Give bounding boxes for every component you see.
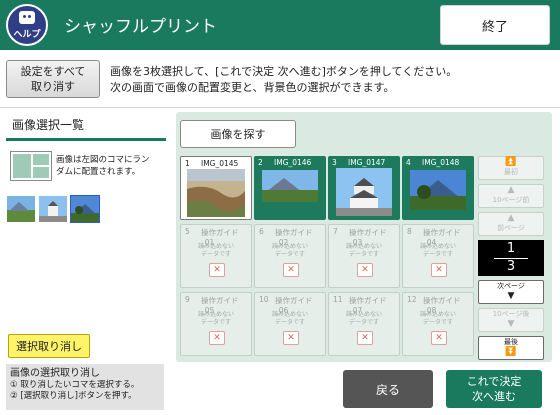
cell-number: 6: [259, 227, 264, 236]
next-page-label: 次ページ: [497, 282, 525, 290]
selected-thumbnail-3: [70, 195, 100, 223]
title-bar: ヘルプ シャッフルプリント 終了: [0, 0, 560, 50]
error-x-icon: ✕: [357, 263, 373, 277]
current-page: 1: [506, 241, 516, 256]
cell-number: 10: [259, 295, 269, 304]
error-x-icon: ✕: [209, 263, 225, 277]
photo-thumbnail: [187, 169, 245, 217]
cell-filename: IMG_0145: [201, 159, 239, 168]
image-cell-5[interactable]: 5 操作ガイド_01 読み込めない データです ✕: [180, 224, 252, 288]
unreadable-data-text: 読み込めない データです: [197, 243, 234, 258]
back-button[interactable]: 戻る: [343, 370, 433, 408]
error-x-icon: ✕: [283, 331, 299, 345]
search-images-button[interactable]: 画像を探す: [180, 120, 296, 148]
photo-thumbnail: [410, 170, 466, 210]
page-indicator: 1 3: [478, 240, 544, 276]
help-step-2: ② [選択取り消し]ボタンを押す。: [10, 391, 137, 401]
cell-filename: IMG_0147: [348, 158, 386, 167]
title-underline: [6, 138, 166, 141]
image-cell-7[interactable]: 7 操作ガイド_03 読み込めない データです ✕: [328, 224, 400, 288]
first-page-icon: ⏫: [505, 157, 517, 167]
app-title: シャッフルプリント: [64, 17, 217, 37]
last-page-icon: ⏬: [505, 347, 517, 357]
up-icon: ▲: [507, 213, 515, 223]
error-x-icon: ✕: [431, 263, 447, 277]
image-cell-3[interactable]: 3 IMG_0147: [328, 156, 400, 220]
image-cell-12[interactable]: 12 操作ガイド_08 読み込めない データです ✕: [402, 292, 474, 356]
image-selection-list-title: 画像選択一覧: [12, 118, 85, 132]
cell-number: 2: [258, 158, 263, 167]
cell-number: 4: [406, 158, 411, 167]
unreadable-data-text: 読み込めない データです: [271, 311, 308, 326]
cell-filename: IMG_0148: [422, 158, 460, 167]
next-page-button[interactable]: 次ページ ▼: [478, 280, 544, 304]
forward-10-pages-label: 10ページ後: [492, 310, 530, 318]
total-pages: 3: [506, 259, 516, 274]
layout-diagram-icon: [10, 151, 52, 181]
first-page-button[interactable]: ⏫ 最初: [478, 156, 544, 180]
back-10-pages-button[interactable]: ▲ 10ページ前: [478, 184, 544, 208]
cell-number: 1: [185, 159, 190, 168]
prev-page-button[interactable]: ▲ 前ページ: [478, 212, 544, 236]
cell-number: 7: [333, 227, 338, 236]
photo-thumbnail: [336, 168, 392, 216]
help-box: 画像の選択取り消し ① 取り消したいコマを選択する。 ② [選択取り消し]ボタン…: [6, 364, 164, 410]
first-page-label: 最初: [504, 168, 518, 176]
divider: [0, 107, 560, 108]
selected-thumbnail-2: [38, 195, 68, 223]
last-page-button[interactable]: 最後 ⏬: [478, 336, 544, 360]
down-icon: ▼: [507, 291, 515, 301]
double-up-icon: ▲: [507, 185, 515, 195]
back-10-pages-label: 10ページ前: [492, 196, 530, 204]
unreadable-data-text: 読み込めない データです: [419, 311, 456, 326]
image-cell-11[interactable]: 11 操作ガイド_07 読み込めない データです ✕: [328, 292, 400, 356]
cell-number: 5: [185, 227, 190, 236]
photo-thumbnail: [262, 170, 318, 202]
help-step-1: ① 取り消したいコマを選択する。: [10, 380, 140, 390]
end-button[interactable]: 終了: [440, 5, 550, 45]
last-page-label: 最後: [504, 338, 518, 346]
error-x-icon: ✕: [209, 331, 225, 345]
image-cell-10[interactable]: 10 操作ガイド_06 読み込めない データです ✕: [254, 292, 326, 356]
unreadable-data-text: 読み込めない データです: [345, 311, 382, 326]
help-box-title: 画像の選択取り消し: [10, 368, 100, 379]
prev-page-label: 前ページ: [497, 224, 525, 232]
cell-number: 8: [407, 227, 412, 236]
unreadable-data-text: 読み込めない データです: [197, 311, 234, 326]
instructions-text: 画像を3枚選択して、[これで決定 次へ進む]ボタンを押してください。 次の画面で…: [110, 65, 458, 94]
error-x-icon: ✕: [431, 331, 447, 345]
cell-number: 11: [333, 295, 343, 304]
unreadable-data-text: 読み込めない データです: [271, 243, 308, 258]
error-x-icon: ✕: [357, 331, 373, 345]
help-button[interactable]: ヘルプ: [6, 4, 48, 46]
image-cell-4[interactable]: 4 IMG_0148: [402, 156, 474, 220]
clear-selection-button[interactable]: 選択取り消し: [8, 334, 90, 358]
cell-number: 9: [185, 295, 190, 304]
error-x-icon: ✕: [283, 263, 299, 277]
cancel-all-settings-button[interactable]: 設定をすべて 取り消す: [6, 60, 100, 98]
forward-10-pages-button[interactable]: 10ページ後 ▼: [478, 308, 544, 332]
image-cell-1[interactable]: 1 IMG_0145: [180, 156, 252, 220]
unreadable-data-text: 読み込めない データです: [345, 243, 382, 258]
image-cell-6[interactable]: 6 操作ガイド_02 読み込めない データです ✕: [254, 224, 326, 288]
selected-thumbnail-1: [6, 195, 36, 223]
cell-filename: IMG_0146: [274, 158, 312, 167]
cell-number: 12: [407, 295, 417, 304]
image-cell-9[interactable]: 9 操作ガイド_05 読み込めない データです ✕: [180, 292, 252, 356]
confirm-next-button[interactable]: これで決定 次へ進む: [446, 370, 542, 408]
cell-number: 3: [332, 158, 337, 167]
help-face-icon: [19, 11, 35, 24]
layout-note: 画像は左図のコマにラン ダムに配置されます。: [56, 155, 150, 177]
image-cell-8[interactable]: 8 操作ガイド_04 読み込めない データです ✕: [402, 224, 474, 288]
double-down-icon: ▼: [507, 319, 515, 329]
help-label: ヘルプ: [13, 30, 41, 40]
image-cell-2[interactable]: 2 IMG_0146: [254, 156, 326, 220]
unreadable-data-text: 読み込めない データです: [419, 243, 456, 258]
